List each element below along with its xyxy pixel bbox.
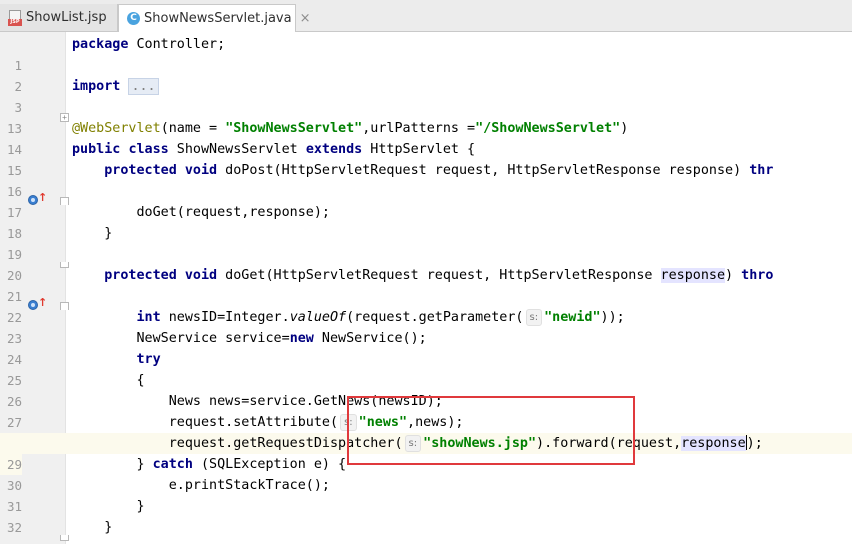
code-line: 2 (0, 55, 852, 94)
code-line: 19 } (0, 223, 852, 262)
code-line: 17 (0, 181, 852, 220)
tab-showlist-jsp[interactable]: JSP ShowList.jsp (0, 4, 118, 31)
code-line: 23 int newsID=Integer.valueOf(request.ge… (0, 307, 852, 346)
code-line: 18 doGet(request,response); (0, 202, 852, 241)
jsp-file-icon: JSP (8, 9, 22, 26)
java-class-icon: C (127, 12, 140, 25)
tab-shownewsservlet-java[interactable]: C ShowNewsServlet.java × (118, 4, 310, 32)
code-line: 15 public class ShowNewsServlet extends … (0, 139, 852, 178)
code-line: 13 (0, 97, 852, 136)
code-line: 1 package Controller; (0, 34, 852, 73)
fold-end-icon[interactable] (60, 535, 69, 541)
code-line: 26 { (0, 370, 852, 409)
tab-label: ShowNewsServlet.java (144, 11, 292, 26)
code-line: 14 @WebServlet(name = "ShowNewsServlet",… (0, 118, 852, 157)
code-line: 24 NewService service=new NewService(); (0, 328, 852, 367)
code-line: 32 } (0, 496, 852, 535)
parameter-hint: s: (525, 309, 543, 326)
line-number: 33 (0, 538, 22, 544)
highlight-box (347, 396, 635, 465)
code-line: 31 e.printStackTrace(); (0, 475, 852, 514)
code-line: 25 try (0, 349, 852, 388)
close-tab-icon[interactable]: × (300, 11, 311, 26)
code-line: 16 protected void doPost(HttpServletRequ… (0, 160, 852, 199)
code-line: 20 (0, 244, 852, 283)
code-editor[interactable]: 1 package Controller; 2 3 import ... + 1… (0, 32, 852, 544)
code-line: 33 } (0, 517, 852, 544)
tab-label: ShowList.jsp (26, 10, 107, 25)
code-line: 3 import ... (0, 76, 852, 115)
code-line: 21 protected void doGet(HttpServletReque… (0, 265, 852, 304)
folded-imports[interactable]: ... (128, 78, 159, 95)
editor-tab-bar: JSP ShowList.jsp C ShowNewsServlet.java … (0, 0, 852, 32)
code-line: 22 (0, 286, 852, 325)
